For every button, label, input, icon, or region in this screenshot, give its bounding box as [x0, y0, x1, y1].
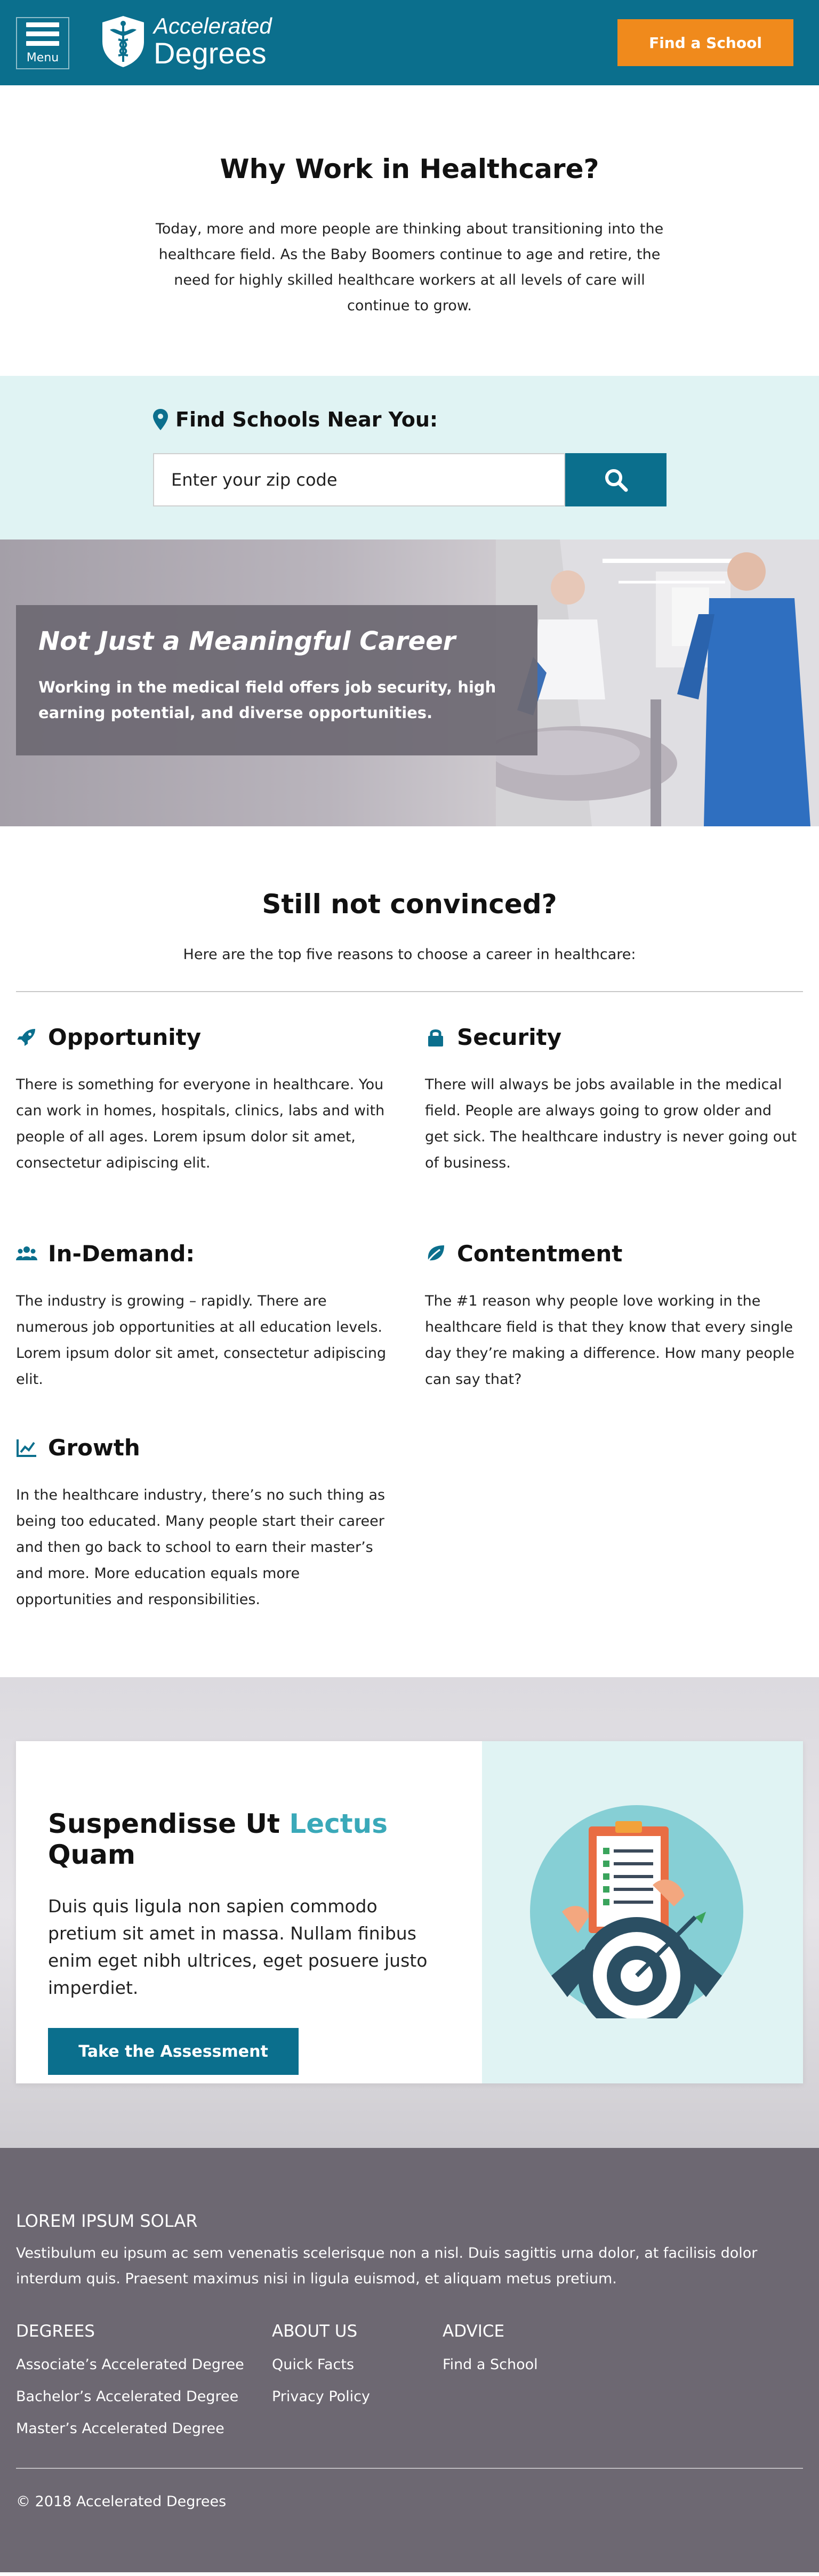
hospital-corridor-photo: [496, 540, 819, 826]
footer-link-find-a-school[interactable]: Find a School: [443, 2356, 538, 2373]
leaf-icon: [426, 1245, 444, 1263]
assessment-section: Suspendisse Ut Lectus Quam Duis quis lig…: [0, 1677, 819, 2148]
convinced-subtitle: Here are the top five reasons to choose …: [183, 946, 636, 963]
footer-column-degrees: DEGREES Associate’s Accelerated Degree B…: [16, 2322, 244, 2437]
footer-heading: LOREM IPSUM SOLAR: [16, 2211, 198, 2231]
find-a-school-button[interactable]: Find a School: [617, 19, 793, 66]
search-icon: [605, 469, 628, 492]
footer-text: Vestibulum eu ipsum ac sem venenatis sce…: [16, 2245, 758, 2287]
assessment-illustration-panel: [482, 1741, 803, 2083]
reason-text: There will always be jobs available in t…: [425, 1076, 797, 1171]
users-icon: [16, 1246, 37, 1260]
footer-link-privacy-policy[interactable]: Privacy Policy: [272, 2388, 370, 2405]
reason-security: Security There will always be jobs avail…: [425, 1024, 798, 1176]
why-text: Today, more and more people are thinking…: [155, 221, 664, 314]
find-schools-section: Find Schools Near You:: [0, 376, 819, 540]
footer-divider: [16, 2468, 803, 2469]
reason-text: The industry is growing – rapidly. There…: [16, 1293, 387, 1388]
copyright-text: © 2018 Accelerated Degrees: [16, 2493, 227, 2510]
convinced-title: Still not convinced?: [262, 889, 557, 920]
menu-button[interactable]: Menu: [16, 17, 69, 69]
site-footer: LOREM IPSUM SOLAR Vestibulum eu ipsum ac…: [0, 2148, 819, 2572]
footer-link-associates[interactable]: Associate’s Accelerated Degree: [16, 2356, 244, 2373]
zip-code-input[interactable]: [153, 453, 565, 506]
footer-column-heading: ADVICE: [443, 2322, 505, 2341]
hero-title: Not Just a Meaningful Career: [38, 626, 456, 656]
reason-text: There is something for everyone in healt…: [16, 1076, 385, 1171]
assessment-title: Suspendisse Ut Lectus Quam: [48, 1808, 388, 1870]
find-schools-title: Find Schools Near You:: [175, 408, 438, 431]
reason-title: Security: [457, 1024, 562, 1050]
site-logo[interactable]: Accelerated Degrees: [100, 15, 272, 68]
menu-label: Menu: [26, 51, 59, 65]
footer-link-quick-facts[interactable]: Quick Facts: [272, 2356, 370, 2373]
find-schools-heading: Find Schools Near You:: [153, 408, 438, 431]
search-button[interactable]: [565, 453, 667, 506]
chart-line-icon: [17, 1439, 36, 1457]
assessment-text: Duis quis ligula non sapien commodo pret…: [48, 1896, 428, 1998]
reason-title: Contentment: [457, 1241, 623, 1267]
footer-link-bachelors[interactable]: Bachelor’s Accelerated Degree: [16, 2388, 244, 2405]
take-assessment-button[interactable]: Take the Assessment: [48, 2028, 299, 2075]
logo-wordmark-bottom: Degrees: [154, 36, 267, 70]
hero-callout: Not Just a Meaningful Career Working in …: [16, 605, 537, 755]
footer-column-advice: ADVICE Find a School: [443, 2322, 538, 2373]
hero-text: Working in the medical field offers job …: [38, 678, 496, 722]
rocket-icon: [17, 1028, 35, 1046]
footer-column-heading: DEGREES: [16, 2322, 95, 2341]
reason-opportunity: Opportunity There is something for every…: [16, 1024, 389, 1176]
hamburger-icon: [26, 22, 59, 46]
reason-text: In the healthcare industry, there’s no s…: [16, 1487, 386, 1608]
reasons-intro: Still not convinced? Here are the top fi…: [0, 826, 819, 963]
reason-text: The #1 reason why people love working in…: [425, 1293, 794, 1388]
clipboard-target-illustration: [530, 1805, 743, 2018]
reasons-grid: Opportunity There is something for every…: [0, 992, 819, 1677]
assessment-card: Suspendisse Ut Lectus Quam Duis quis lig…: [16, 1741, 803, 2083]
hero-banner: Not Just a Meaningful Career Working in …: [0, 540, 819, 826]
caduceus-shield-icon: [102, 16, 144, 67]
footer-column-heading: ABOUT US: [272, 2322, 358, 2341]
site-header: Menu Accelerated Degrees Find a School: [0, 0, 819, 85]
reason-title: Opportunity: [48, 1024, 202, 1050]
reason-growth: Growth In the healthcare industry, there…: [16, 1435, 389, 1613]
map-marker-icon: [153, 409, 168, 430]
lock-icon: [428, 1029, 443, 1046]
reason-contentment: Contentment The #1 reason why people lov…: [425, 1241, 798, 1392]
reason-title: Growth: [48, 1435, 140, 1461]
footer-column-about: ABOUT US Quick Facts Privacy Policy: [272, 2322, 370, 2405]
why-healthcare-section: Why Work in Healthcare? Today, more and …: [0, 85, 819, 376]
footer-columns: DEGREES Associate’s Accelerated Degree B…: [16, 2322, 803, 2460]
why-title: Why Work in Healthcare?: [220, 154, 599, 184]
reason-title: In-Demand:: [48, 1241, 195, 1267]
reason-in-demand: In-Demand: The industry is growing – rap…: [16, 1241, 389, 1392]
logo-wordmark-top: Accelerated: [154, 13, 272, 38]
footer-link-masters[interactable]: Master’s Accelerated Degree: [16, 2420, 244, 2437]
